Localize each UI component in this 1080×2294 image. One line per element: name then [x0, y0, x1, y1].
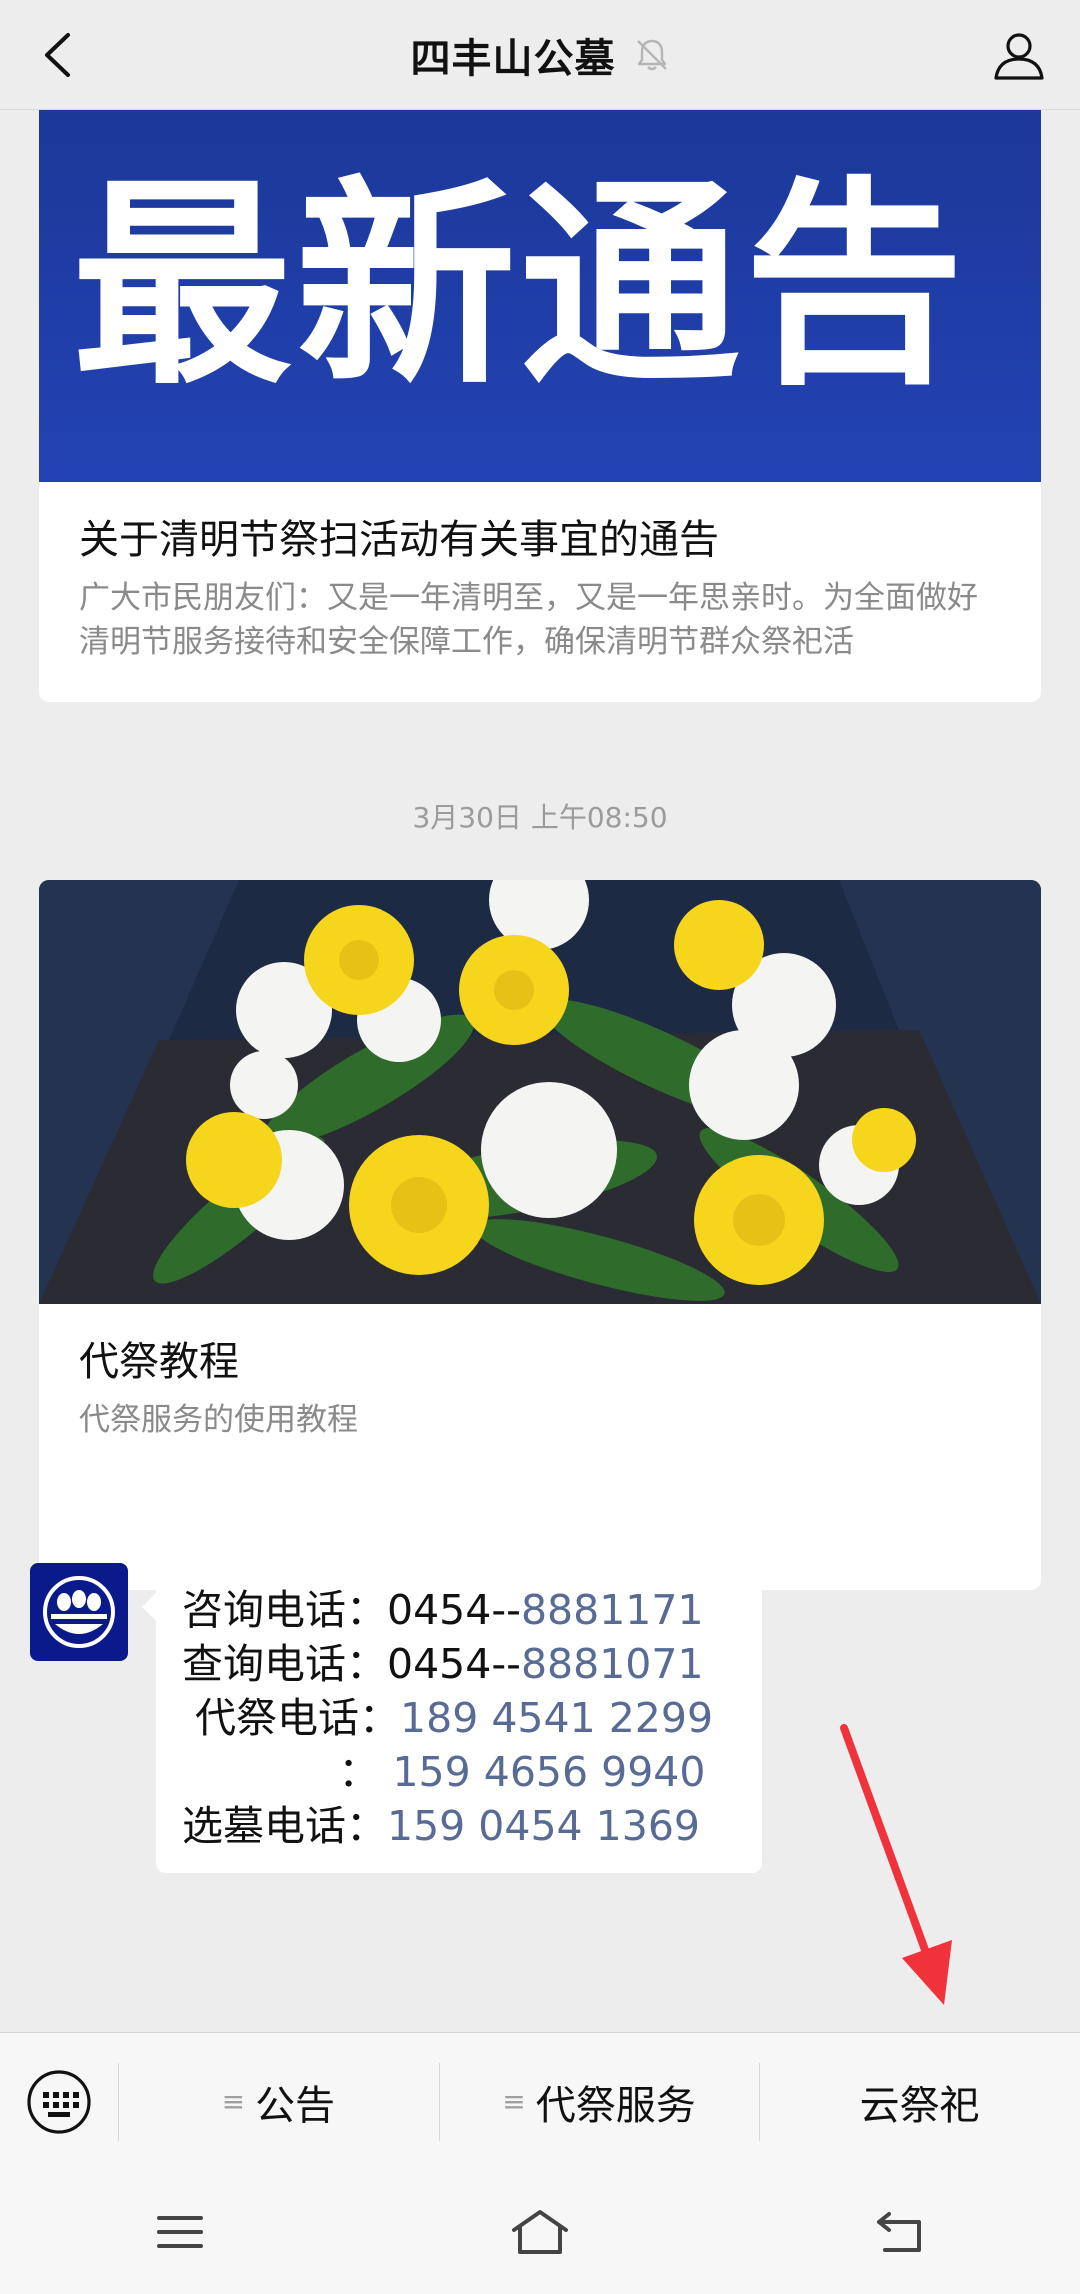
phone-number-link[interactable]: 159 4656 9940	[379, 1748, 705, 1796]
home-icon	[512, 2210, 568, 2254]
cemetery-logo-icon	[43, 1576, 115, 1648]
person-icon	[994, 33, 1044, 80]
timestamp: 3月30日 上午08:50	[412, 801, 668, 834]
keyboard-toggle-button[interactable]	[0, 2033, 118, 2171]
phone-line-proxy-2: ： 159 4656 9940	[182, 1745, 736, 1799]
chevron-left-icon	[45, 33, 70, 77]
menu-item-label: 公告	[255, 2082, 336, 2129]
page-title: 四丰山公墓	[410, 35, 616, 82]
phone-label: 咨询电话：0454--	[182, 1586, 521, 1634]
phone-number-link[interactable]: 189 4541 2299	[400, 1694, 713, 1742]
notice-banner-image: 最新通告	[39, 110, 1041, 482]
article-title: 代祭教程	[79, 1339, 239, 1385]
profile-button[interactable]	[988, 24, 1050, 86]
submenu-indicator-icon: ≡	[502, 2085, 526, 2118]
submenu-indicator-icon: ≡	[221, 2085, 246, 2118]
menu-item-announcement[interactable]: ≡ 公告	[118, 2033, 439, 2171]
account-avatar[interactable]	[30, 1563, 128, 1661]
phone-number-link[interactable]: 8881071	[521, 1640, 704, 1688]
phone-line-plot: 选墓电话：159 0454 1369	[182, 1799, 736, 1853]
chat-header: 四丰山公墓	[0, 0, 1080, 110]
phone-label: 查询电话：0454--	[182, 1640, 521, 1688]
phone-line-consult: 咨询电话：0454--8881171	[182, 1583, 736, 1637]
red-arrow-annotation	[840, 1724, 952, 2005]
back-button[interactable]	[30, 28, 84, 82]
article-card-tutorial[interactable]: 代祭教程 代祭服务的使用教程	[39, 880, 1041, 1590]
menu-item-label: 代祭服务	[535, 2082, 696, 2129]
menu-item-cloud-memorial[interactable]: 云祭祀	[759, 2033, 1080, 2171]
back-icon	[877, 2212, 921, 2252]
home-button[interactable]	[480, 2187, 600, 2277]
chrysanthemum-photo	[39, 880, 1041, 1304]
phone-line-proxy: 代祭电话：189 4541 2299	[182, 1691, 736, 1745]
article-description: 广大市民朋友们：又是一年清明至，又是一年思亲时。为全面做好清明节服务接待和安全保…	[79, 580, 978, 660]
bell-off-icon	[636, 39, 667, 70]
banner-text: 最新通告	[71, 158, 968, 414]
phone-line-query: 查询电话：0454--8881071	[182, 1637, 736, 1691]
phone-number-link[interactable]: 8881171	[521, 1586, 704, 1634]
article-description: 代祭服务的使用教程	[79, 1402, 358, 1438]
menu-item-label: 云祭祀	[859, 2082, 980, 2129]
official-account-menu: ≡ 公告 ≡ 代祭服务 云祭祀	[0, 2032, 1080, 2170]
phone-number-link[interactable]: 159 0454 1369	[387, 1802, 700, 1850]
article-card-notice[interactable]: 最新通告 关于清明节祭扫活动有关事宜的通告 广大市民朋友们：又是一年清明至，又是…	[39, 110, 1041, 702]
phone-label: 代祭电话：	[182, 1694, 401, 1742]
message-bubble[interactable]: 咨询电话：0454--8881171 查询电话：0454--8881071 代祭…	[142, 1563, 762, 1873]
keyboard-icon	[27, 2069, 91, 2134]
title-wrap: 四丰山公墓	[411, 26, 670, 84]
recent-apps-button[interactable]	[120, 2187, 240, 2277]
phone-label: 选墓电话：	[182, 1802, 387, 1850]
phone-label: ：	[182, 1748, 380, 1796]
menu-item-proxy-service[interactable]: ≡ 代祭服务	[438, 2033, 760, 2171]
menu-icon	[157, 2216, 203, 2248]
system-nav-bar	[0, 2170, 1080, 2294]
flowers-illustration	[39, 880, 1041, 1304]
article-title: 关于清明节祭扫活动有关事宜的通告	[79, 517, 719, 563]
back-nav-button[interactable]	[840, 2187, 960, 2277]
